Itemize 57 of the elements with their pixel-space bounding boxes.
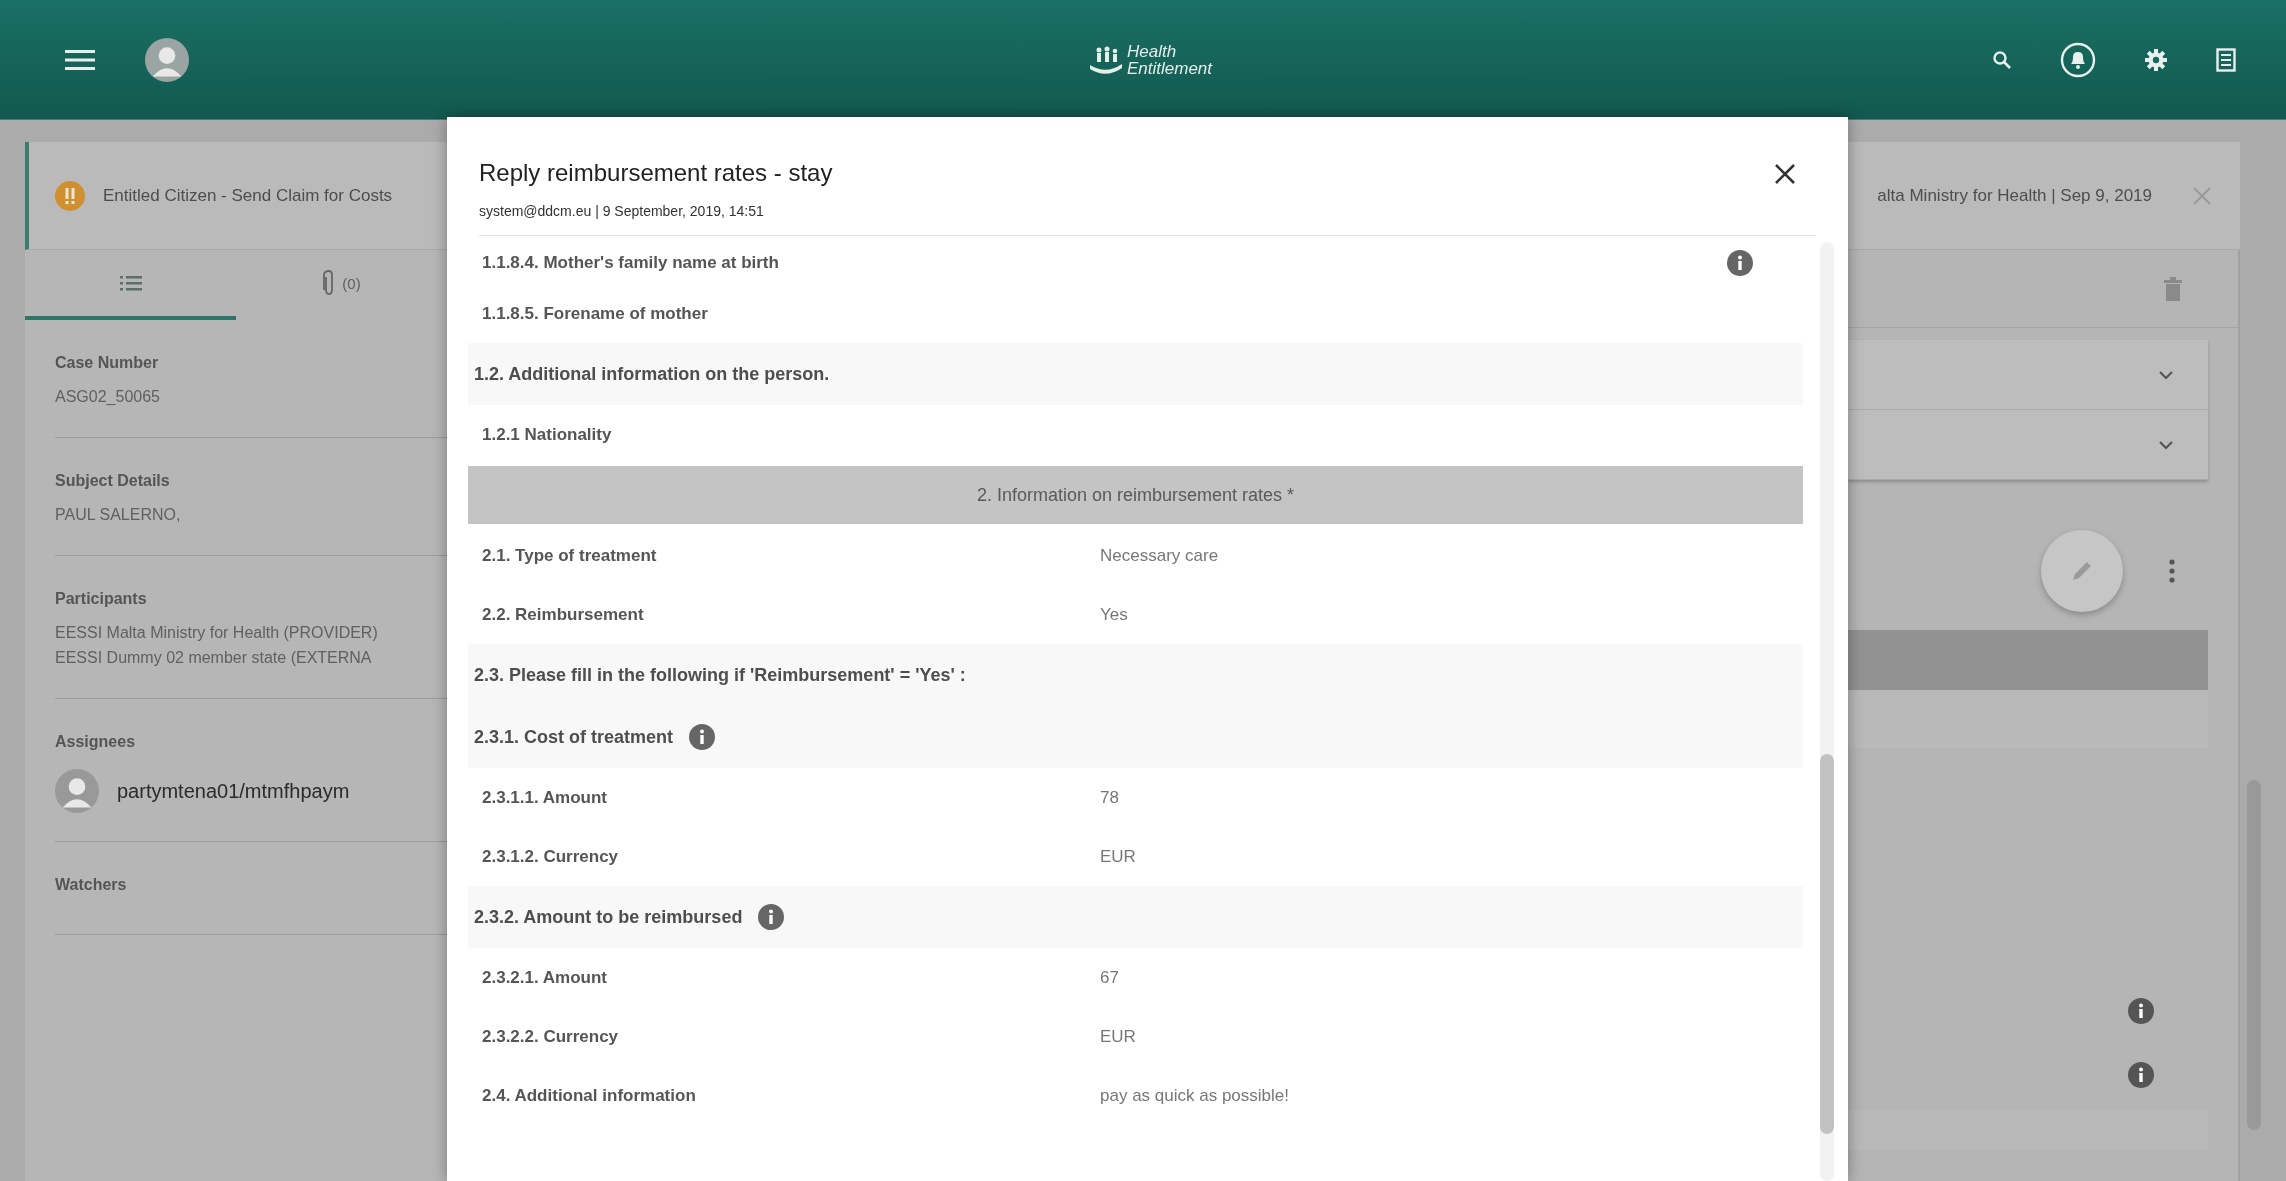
banner-title: Entitled Citizen - Send Claim for Costs xyxy=(103,185,394,206)
field-label: 1.1.8.4. Mother's family name at birth xyxy=(482,253,779,272)
scrollbar[interactable] xyxy=(1820,754,1834,1134)
field-label: 2.4. Additional information xyxy=(482,1085,696,1105)
info-icon[interactable] xyxy=(689,724,716,750)
dialog-subtitle: system@ddcm.eu | 9 September, 2019, 14:51 xyxy=(479,203,765,219)
field-label: Subject Details xyxy=(55,472,171,490)
menu-icon[interactable] xyxy=(65,48,95,71)
field-value: Necessary care xyxy=(1100,545,1219,566)
warning-icon xyxy=(55,180,85,211)
avatar-icon xyxy=(55,769,99,813)
field-label: 2.3.1.2. Currency xyxy=(482,846,619,866)
field-value: ASG02_50065 xyxy=(55,387,161,407)
field-value: EUR xyxy=(1100,1026,1136,1047)
info-icon[interactable] xyxy=(1727,250,1753,276)
banner-meta: alta Ministry for Health | Sep 9, 2019 xyxy=(1877,185,2152,206)
field-value: EUR xyxy=(1100,846,1136,867)
field-label: Case Number xyxy=(55,354,160,372)
section-header: 2. Information on reimbursement rates * xyxy=(468,466,1803,524)
field-value: pay as quick as possible! xyxy=(1100,1085,1289,1106)
field-value: PAUL SALERNO, xyxy=(55,505,182,525)
field-label: 2.3.1.1. Amount xyxy=(482,787,607,807)
field-value: EESSI Malta Ministry for Health (PROVIDER) xyxy=(55,623,379,643)
close-icon[interactable] xyxy=(1774,163,1796,185)
info-icon[interactable] xyxy=(2128,1062,2154,1088)
search-icon[interactable] xyxy=(1992,49,2012,70)
field-value: Yes xyxy=(1100,604,1128,625)
user-name[interactable]: partymtena01/mtmfhpaym xyxy=(117,779,350,803)
field-label: 2.3.2.2. Currency xyxy=(482,1026,619,1046)
logo-text: Health Entitlement xyxy=(1126,42,1212,77)
field-label: Participants xyxy=(55,590,148,608)
logo-icon xyxy=(1088,44,1123,75)
section-label: 2.3.1. Cost of treatment xyxy=(474,726,674,748)
chevron-down-icon[interactable] xyxy=(2158,439,2174,450)
avatar-icon[interactable] xyxy=(145,37,189,82)
field-label: 2.2. Reimbursement xyxy=(482,604,644,624)
field-value: EESSI Dummy 02 member state (EXTERNA xyxy=(55,648,373,668)
field-label: 1.2.1 Nationality xyxy=(482,424,612,444)
dialog-title: Reply reimbursement rates - stay xyxy=(479,159,833,187)
field-value: 67 xyxy=(1100,967,1119,988)
more-icon[interactable] xyxy=(2169,559,2175,583)
list-icon[interactable] xyxy=(2216,47,2236,72)
info-icon[interactable] xyxy=(2128,998,2154,1024)
field-value: 78 xyxy=(1100,787,1119,808)
field-label: 2.1. Type of treatment xyxy=(482,545,657,565)
info-icon[interactable] xyxy=(758,904,785,930)
field-label: 1.1.8.5. Forename of mother xyxy=(482,303,708,323)
settings-icon[interactable] xyxy=(2144,47,2168,72)
list-icon xyxy=(119,275,142,291)
section-label: 1.2. Additional information on the person. xyxy=(474,363,830,385)
section-label: 2.3.2. Amount to be reimbursed xyxy=(474,906,743,928)
field-label: Watchers xyxy=(55,876,128,894)
section-label: 2.3. Please fill in the following if 'Reimbursement' = 'Yes' : xyxy=(474,664,966,686)
field-label: 2.3.2.1. Amount xyxy=(482,967,607,987)
chevron-down-icon[interactable] xyxy=(2158,369,2174,380)
bell-icon[interactable] xyxy=(2060,41,2096,78)
field-label: Assignees xyxy=(55,733,137,751)
